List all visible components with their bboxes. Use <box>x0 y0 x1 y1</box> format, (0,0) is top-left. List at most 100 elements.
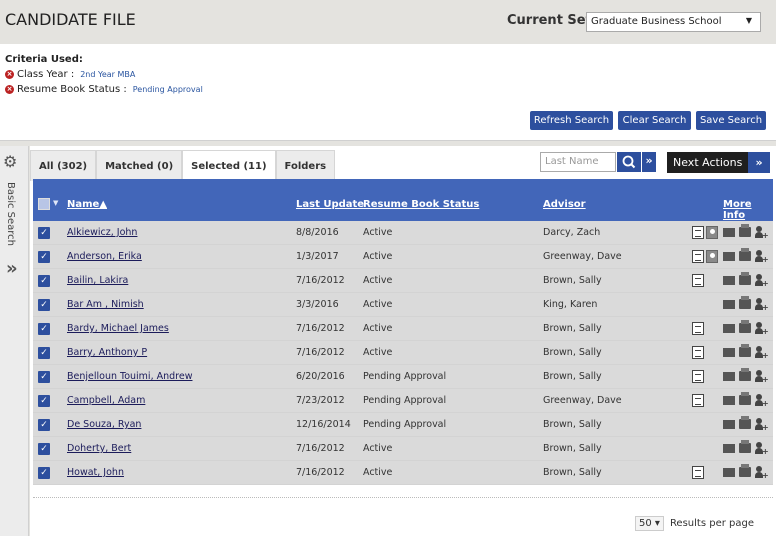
table-row[interactable]: ✓ Doherty, Bert 7/16/2012 Active Brown, Sall… <box>33 437 773 461</box>
resume-document-icon[interactable] <box>692 322 704 335</box>
row-checkbox[interactable]: ✓ <box>38 419 50 431</box>
column-header-last-update[interactable]: Last Update <box>296 199 364 210</box>
add-person-icon[interactable]: + <box>755 418 769 432</box>
search-button[interactable] <box>617 152 641 172</box>
print-icon[interactable] <box>739 416 751 429</box>
refresh-search-button[interactable]: Refresh Search <box>530 111 613 130</box>
resume-document-icon[interactable] <box>692 226 704 239</box>
row-checkbox[interactable]: ✓ <box>38 371 50 383</box>
resume-document-icon[interactable] <box>692 274 704 287</box>
add-person-icon[interactable]: + <box>755 226 769 240</box>
table-row[interactable]: ✓ Alkiewicz, John 8/8/2016 Active Darcy, Zac… <box>33 221 773 245</box>
print-icon[interactable] <box>739 296 751 309</box>
row-checkbox[interactable]: ✓ <box>38 275 50 287</box>
row-checkbox[interactable]: ✓ <box>38 395 50 407</box>
next-actions-button[interactable]: Next Actions » <box>667 152 770 173</box>
row-checkbox[interactable]: ✓ <box>38 467 50 479</box>
email-icon[interactable] <box>723 324 735 333</box>
tab-selected[interactable]: Selected (11) <box>182 150 276 181</box>
resume-document-icon[interactable] <box>692 394 704 407</box>
table-row[interactable]: ✓ Benjelloun Touimi, Andrew 6/20/2016 Pendi… <box>33 365 773 389</box>
advanced-search-chevron-icon[interactable]: » <box>642 152 656 172</box>
print-icon[interactable] <box>739 248 751 261</box>
row-checkbox[interactable]: ✓ <box>38 323 50 335</box>
candidate-name-link[interactable]: Barry, Anthony P <box>67 347 147 358</box>
remove-criteria-icon[interactable]: × <box>5 70 14 79</box>
candidate-name-link[interactable]: Bardy, Michael James <box>67 323 169 334</box>
resume-document-icon[interactable] <box>692 370 704 383</box>
print-icon[interactable] <box>739 344 751 357</box>
row-checkbox[interactable]: ✓ <box>38 299 50 311</box>
table-row[interactable]: ✓ Howat, John 7/16/2012 Active Brown, Sally + <box>33 461 773 485</box>
table-row[interactable]: ✓ Bar Am , Nimish 3/3/2016 Active King, Kare… <box>33 293 773 317</box>
add-person-icon[interactable]: + <box>755 346 769 360</box>
select-all-checkbox[interactable] <box>38 198 50 210</box>
print-icon[interactable] <box>739 392 751 405</box>
column-header-name[interactable]: Name▲ <box>67 199 107 210</box>
add-person-icon[interactable]: + <box>755 466 769 480</box>
save-search-button[interactable]: Save Search <box>696 111 766 130</box>
candidate-name-link[interactable]: Campbell, Adam <box>67 395 145 406</box>
email-icon[interactable] <box>723 420 735 429</box>
email-icon[interactable] <box>723 444 735 453</box>
resume-document-icon[interactable] <box>692 466 704 479</box>
current-set-select[interactable]: Graduate Business School ▼ <box>586 12 761 32</box>
tab-all[interactable]: All (302) <box>30 150 97 181</box>
candidate-name-link[interactable]: Anderson, Erika <box>67 251 142 262</box>
email-icon[interactable] <box>723 228 735 237</box>
email-icon[interactable] <box>723 396 735 405</box>
gear-icon[interactable]: ⚙ <box>3 152 17 171</box>
expand-sidebar-icon[interactable]: » <box>6 258 18 279</box>
candidate-name-link[interactable]: Bar Am , Nimish <box>67 299 144 310</box>
resume-document-icon[interactable] <box>692 250 704 263</box>
clear-search-button[interactable]: Clear Search <box>618 111 691 130</box>
print-icon[interactable] <box>739 464 751 477</box>
add-person-icon[interactable]: + <box>755 274 769 288</box>
print-icon[interactable] <box>739 440 751 453</box>
email-icon[interactable] <box>723 372 735 381</box>
table-row[interactable]: ✓ Campbell, Adam 7/23/2012 Pending Approval… <box>33 389 773 413</box>
add-person-icon[interactable]: + <box>755 322 769 336</box>
add-person-icon[interactable]: + <box>755 250 769 264</box>
row-checkbox[interactable]: ✓ <box>38 347 50 359</box>
add-person-icon[interactable]: + <box>755 394 769 408</box>
column-header-advisor[interactable]: Advisor <box>543 199 586 210</box>
candidate-name-link[interactable]: Howat, John <box>67 467 124 478</box>
row-checkbox[interactable]: ✓ <box>38 227 50 239</box>
table-row[interactable]: ✓ De Souza, Ryan 12/16/2014 Pending Approva… <box>33 413 773 437</box>
add-person-icon[interactable]: + <box>755 298 769 312</box>
table-row[interactable]: ✓ Barry, Anthony P 7/16/2012 Active Brown, S… <box>33 341 773 365</box>
email-icon[interactable] <box>723 468 735 477</box>
table-row[interactable]: ✓ Bardy, Michael James 7/16/2012 Active Brow… <box>33 317 773 341</box>
table-row[interactable]: ✓ Bailin, Lakira 7/16/2012 Active Brown, Sal… <box>33 269 773 293</box>
resume-document-icon[interactable] <box>692 346 704 359</box>
email-icon[interactable] <box>723 348 735 357</box>
basic-search-label[interactable]: Basic Search <box>5 182 16 246</box>
select-menu-chevron-down-icon[interactable]: ▼ <box>53 199 58 207</box>
last-name-search-input[interactable]: Last Name <box>540 152 616 172</box>
print-icon[interactable] <box>739 320 751 333</box>
candidate-name-link[interactable]: De Souza, Ryan <box>67 419 141 430</box>
photo-icon[interactable] <box>706 226 718 239</box>
add-person-icon[interactable]: + <box>755 370 769 384</box>
results-per-page-select[interactable]: 50 ▾ <box>635 516 664 531</box>
table-row[interactable]: ✓ Anderson, Erika 1/3/2017 Active Greenway, … <box>33 245 773 269</box>
row-checkbox[interactable]: ✓ <box>38 251 50 263</box>
candidate-name-link[interactable]: Benjelloun Touimi, Andrew <box>67 371 192 382</box>
tab-matched[interactable]: Matched (0) <box>96 150 183 181</box>
print-icon[interactable] <box>739 368 751 381</box>
candidate-name-link[interactable]: Doherty, Bert <box>67 443 131 454</box>
print-icon[interactable] <box>739 272 751 285</box>
tab-folders[interactable]: Folders <box>275 150 336 181</box>
row-checkbox[interactable]: ✓ <box>38 443 50 455</box>
remove-criteria-icon[interactable]: × <box>5 85 14 94</box>
email-icon[interactable] <box>723 252 735 261</box>
candidate-name-link[interactable]: Alkiewicz, John <box>67 227 137 238</box>
add-person-icon[interactable]: + <box>755 442 769 456</box>
column-header-more-info[interactable]: More Info <box>723 199 773 221</box>
photo-icon[interactable] <box>706 250 718 263</box>
candidate-name-link[interactable]: Bailin, Lakira <box>67 275 128 286</box>
column-header-status[interactable]: Resume Book Status <box>363 199 479 210</box>
email-icon[interactable] <box>723 300 735 309</box>
email-icon[interactable] <box>723 276 735 285</box>
